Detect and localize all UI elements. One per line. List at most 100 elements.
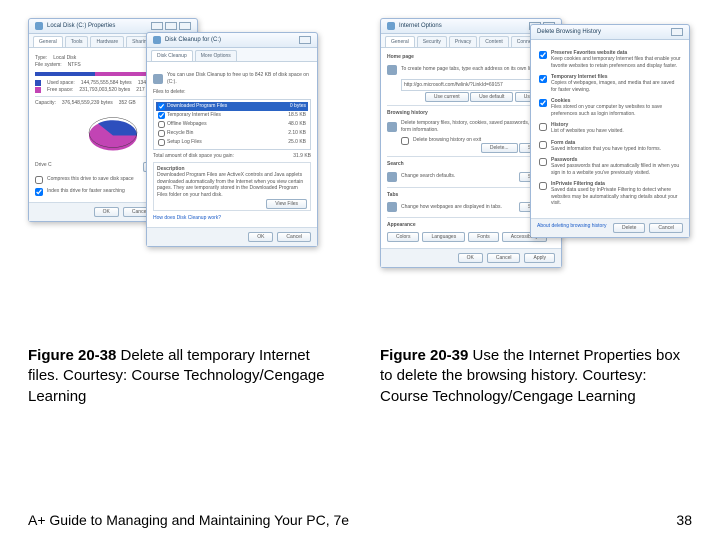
window-title: Delete Browsing History — [537, 29, 601, 35]
history-item-text: Saved passwords that are automatically f… — [551, 163, 681, 176]
history-checkbox[interactable] — [539, 182, 547, 190]
ok-button[interactable]: OK — [458, 253, 483, 263]
history-checkbox[interactable] — [539, 51, 547, 59]
about-link[interactable]: About deleting browsing history — [537, 223, 607, 233]
files-list[interactable]: Downloaded Program Files 0 bytes Temporar… — [153, 99, 311, 150]
cap-gb: 352 GB — [119, 100, 136, 106]
delete-on-exit-checkbox[interactable] — [401, 137, 409, 145]
history-checkbox[interactable] — [539, 158, 547, 166]
window-title: Internet Options — [399, 23, 442, 29]
screenshots-row: Local Disk (C:) Properties General Tools… — [28, 18, 692, 328]
figure-right-caption: Figure 20-39 Use the Internet Properties… — [380, 346, 692, 407]
used-label: Used space: — [47, 80, 75, 86]
file-name: Offline Webpages — [167, 121, 207, 128]
used-swatch — [35, 80, 41, 86]
tabs-text: Change how webpages are displayed in tab… — [401, 204, 502, 211]
tab-general[interactable]: General — [385, 36, 415, 47]
max-icon[interactable] — [165, 22, 177, 30]
file-size: 2.10 KB — [288, 130, 306, 137]
tab-general[interactable]: General — [33, 36, 63, 47]
desc-text: Downloaded Program Files are ActiveX con… — [157, 172, 307, 198]
tab-hardware[interactable]: Hardware — [90, 36, 124, 47]
file-size: 0 bytes — [290, 103, 306, 110]
type-label: Type: — [35, 55, 47, 61]
delete-button[interactable]: Delete — [613, 223, 645, 233]
tab-tools[interactable]: Tools — [65, 36, 89, 47]
file-size: 18.5 KB — [288, 112, 306, 119]
cap-bytes: 376,548,559,239 bytes — [62, 100, 113, 106]
history-checkbox[interactable] — [539, 75, 547, 83]
history-item: InPrivate Filtering dataSaved data used … — [539, 181, 681, 207]
use-default-button[interactable]: Use default — [470, 92, 513, 102]
history-checkbox[interactable] — [539, 141, 547, 149]
tab-content[interactable]: Content — [479, 36, 509, 47]
slide-footer: A+ Guide to Managing and Maintaining You… — [28, 512, 692, 528]
used-bytes: 144,755,555,584 bytes — [81, 80, 132, 86]
figure-number: Figure 20-38 — [28, 347, 116, 364]
search-text: Change search defaults. — [401, 173, 455, 180]
type-value: Local Disk — [53, 55, 76, 61]
window-controls — [299, 36, 311, 44]
file-checkbox[interactable] — [158, 139, 165, 146]
drive-icon — [35, 22, 43, 30]
delete-history-window: Delete Browsing History Preserve Favorit… — [530, 24, 690, 238]
window-title: Local Disk (C:) Properties — [47, 23, 115, 29]
apply-button[interactable]: Apply — [524, 253, 555, 263]
file-checkbox[interactable] — [158, 121, 165, 128]
ok-button[interactable]: OK — [94, 207, 119, 217]
tab-security[interactable]: Security — [417, 36, 447, 47]
history-item: HistoryList of websites you have visited… — [539, 122, 681, 135]
file-checkbox[interactable] — [158, 103, 165, 110]
tab-privacy[interactable]: Privacy — [449, 36, 477, 47]
usage-pie — [83, 110, 143, 158]
file-name: Recycle Bin — [167, 130, 193, 137]
index-checkbox[interactable] — [35, 188, 43, 196]
history-item: PasswordsSaved passwords that are automa… — [539, 157, 681, 176]
compress-checkbox[interactable] — [35, 176, 43, 184]
min-icon[interactable] — [151, 22, 163, 30]
compress-label: Compress this drive to save disk space — [47, 176, 134, 182]
close-icon[interactable] — [179, 22, 191, 30]
free-bytes: 231,793,003,520 bytes — [79, 87, 130, 93]
figure-left-image: Local Disk (C:) Properties General Tools… — [28, 18, 340, 328]
broom-icon — [153, 74, 163, 84]
file-name: Setup Log Files — [167, 139, 202, 146]
fs-label: File system: — [35, 62, 62, 68]
file-size: 25.0 KB — [288, 139, 306, 146]
close-icon[interactable] — [671, 28, 683, 36]
cancel-button[interactable]: Cancel — [649, 223, 683, 233]
file-size: 48.0 KB — [288, 121, 306, 128]
history-checkbox[interactable] — [539, 99, 547, 107]
languages-button[interactable]: Languages — [422, 232, 465, 242]
free-label: Free space: — [47, 87, 73, 93]
files-to-delete-label: Files to delete: — [153, 89, 311, 96]
total-value: 31.9 KB — [293, 153, 311, 159]
use-current-button[interactable]: Use current — [425, 92, 469, 102]
history-item-text: Copies of webpages, images, and media th… — [551, 80, 681, 93]
delete-button[interactable]: Delete... — [481, 143, 518, 153]
file-name: Downloaded Program Files — [167, 103, 227, 110]
index-label: Index this drive for faster searching — [47, 188, 125, 194]
view-files-button[interactable]: View Files — [266, 199, 307, 209]
history-item-text: Saved data used by InPrivate Filtering t… — [551, 187, 681, 207]
help-link[interactable]: How does Disk Cleanup work? — [153, 215, 311, 221]
search-icon — [387, 172, 397, 182]
fs-value: NTFS — [68, 62, 81, 68]
cleanup-intro: You can use Disk Cleanup to free up to 8… — [167, 72, 311, 85]
file-checkbox[interactable] — [158, 112, 165, 119]
close-icon[interactable] — [299, 36, 311, 44]
captions-row: Figure 20-38 Delete all temporary Intern… — [28, 346, 692, 407]
ok-button[interactable]: OK — [248, 232, 273, 242]
tab-disk-cleanup[interactable]: Disk Cleanup — [151, 50, 193, 61]
file-name: Temporary Internet Files — [167, 112, 221, 119]
tab-more-options[interactable]: More Options — [195, 50, 237, 61]
history-item: Preserve Favorites website dataKeep cook… — [539, 50, 681, 69]
history-checkbox[interactable] — [539, 123, 547, 131]
delete-on-exit-label: Delete browsing history on exit — [413, 137, 481, 143]
cancel-button[interactable]: Cancel — [277, 232, 311, 242]
cancel-button[interactable]: Cancel — [487, 253, 521, 263]
colors-button[interactable]: Colors — [387, 232, 419, 242]
file-checkbox[interactable] — [158, 130, 165, 137]
fonts-button[interactable]: Fonts — [468, 232, 499, 242]
figure-left-caption: Figure 20-38 Delete all temporary Intern… — [28, 346, 340, 407]
